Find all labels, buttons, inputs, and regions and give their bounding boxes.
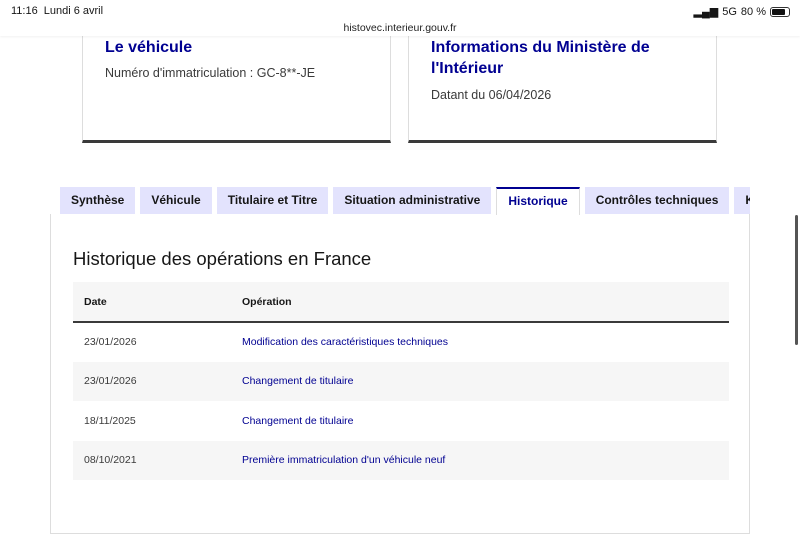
url-bar[interactable]: histovec.interieur.gouv.fr — [0, 22, 800, 34]
card-title: Informations du Ministère de l'Intérieur — [431, 39, 650, 77]
table-row: 08/10/2021 Première immatriculation d'un … — [73, 440, 729, 480]
battery-icon — [770, 6, 790, 17]
column-header-operation: Opération — [231, 282, 729, 323]
operation-cell: Changement de titulaire — [242, 414, 354, 427]
section-title: Historique des opérations en France — [73, 248, 372, 269]
date: Lundi 6 avril — [43, 5, 104, 17]
history-panel: Historique des opérations en France Date… — [50, 214, 750, 534]
signal-icon: ▂▄▆ — [693, 6, 719, 18]
tab-historique[interactable]: Historique — [496, 187, 580, 215]
operation-cell: Changement de titulaire — [231, 361, 729, 401]
operation-cell: Modification des caractéristiques techni… — [242, 336, 449, 349]
date-cell: 18/11/2025 — [84, 414, 136, 427]
clock: 11:16 — [11, 5, 38, 17]
ministry-card: Informations du Ministère de l'Intérieur… — [408, 36, 717, 143]
date-cell: 23/01/2026 — [84, 336, 137, 349]
status-bar: 11:16 Lundi 6 avril histovec.interieur.go… — [0, 0, 800, 36]
tab-synthese[interactable]: Synthèse — [60, 187, 136, 214]
date-cell: 23/01/2026 — [73, 361, 231, 401]
tab-bar: Synthèse Véhicule Titulaire et Titre Situat… — [60, 187, 750, 215]
network: 5G — [722, 5, 737, 18]
vehicle-card: Le véhicule Numéro d'immatriculation : G… — [82, 36, 391, 143]
tab-kilometrage[interactable]: Kilométrage — [734, 187, 750, 214]
operation-cell: Première immatriculation d'un véhicule n… — [231, 440, 729, 480]
tab-vehicule[interactable]: Véhicule — [140, 187, 212, 214]
card-text: Numéro d'immatriculation : GC-8**-JE — [105, 66, 316, 80]
table-row: 18/11/2025 Changement de titulaire — [73, 401, 729, 441]
card-text: Datant du 06/04/2026 — [431, 88, 552, 102]
tab-controles[interactable]: Contrôles techniques — [584, 187, 730, 214]
scrollbar[interactable] — [795, 215, 798, 345]
table-row: 23/01/2026 Changement de titulaire — [73, 361, 729, 401]
history-table: Date Opération 23/01/2026 Modification des… — [73, 282, 729, 480]
battery-label: 80 % — [740, 5, 766, 18]
table-row: 23/01/2026 Modification des caractéristiq… — [73, 322, 729, 362]
card-title: Le véhicule — [105, 39, 193, 56]
date-cell: 08/10/2021 — [73, 440, 231, 480]
tab-titulaire[interactable]: Titulaire et Titre — [216, 187, 329, 214]
tab-situation[interactable]: Situation administrative — [333, 187, 492, 214]
column-header-date: Date — [73, 282, 231, 323]
